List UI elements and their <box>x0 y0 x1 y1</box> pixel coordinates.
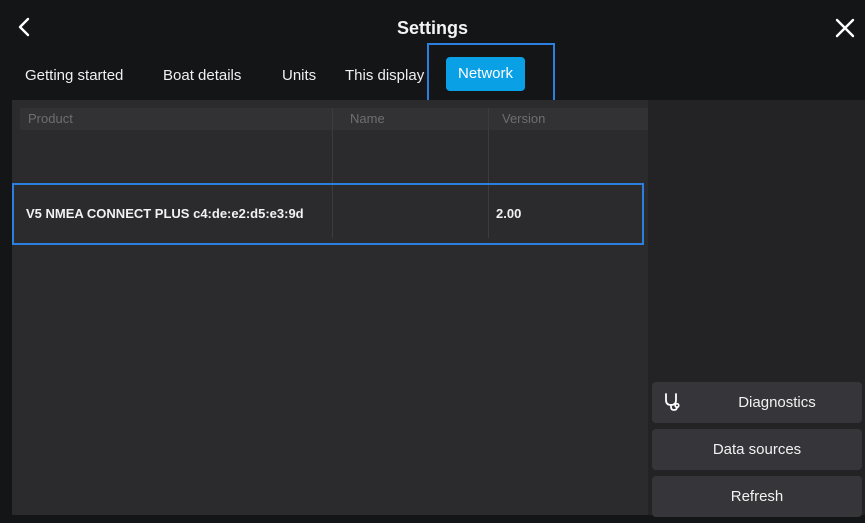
tab-network[interactable]: Network <box>446 57 526 91</box>
column-header-name[interactable]: Name <box>350 108 385 130</box>
page-title: Settings <box>396 18 468 38</box>
tab-boat-details[interactable]: Boat details <box>163 62 241 90</box>
tab-units[interactable]: Units <box>282 62 316 90</box>
refresh-button[interactable]: Refresh <box>652 476 862 517</box>
diagnostics-label: Diagnostics <box>738 394 816 411</box>
table-row[interactable]: V5 NMEA CONNECT PLUS c4:de:e2:d5:e3:9d 2… <box>14 185 642 243</box>
title-bar: Settings <box>0 0 865 52</box>
product-cell: V5 NMEA CONNECT PLUS c4:de:e2:d5:e3:9d <box>26 206 304 221</box>
diagnostics-button[interactable]: Diagnostics <box>652 382 862 423</box>
tab-getting-started[interactable]: Getting started <box>25 62 123 90</box>
close-icon[interactable] <box>833 16 857 40</box>
tab-bar: Getting started Boat details Units This … <box>0 52 865 100</box>
column-header-product[interactable]: Product <box>28 108 73 130</box>
data-sources-button[interactable]: Data sources <box>652 429 862 470</box>
column-header-version[interactable]: Version <box>502 108 545 130</box>
table-header: Product Name Version <box>20 108 656 130</box>
version-cell: 2.00 <box>496 206 522 221</box>
data-sources-label: Data sources <box>712 441 802 458</box>
settings-screen: Settings Getting started Boat details Un… <box>0 0 865 523</box>
refresh-label: Refresh <box>730 488 784 505</box>
network-table-panel: Product Name Version <box>12 100 656 515</box>
stethoscope-icon <box>665 393 680 411</box>
tab-this-display[interactable]: This display <box>345 62 424 90</box>
